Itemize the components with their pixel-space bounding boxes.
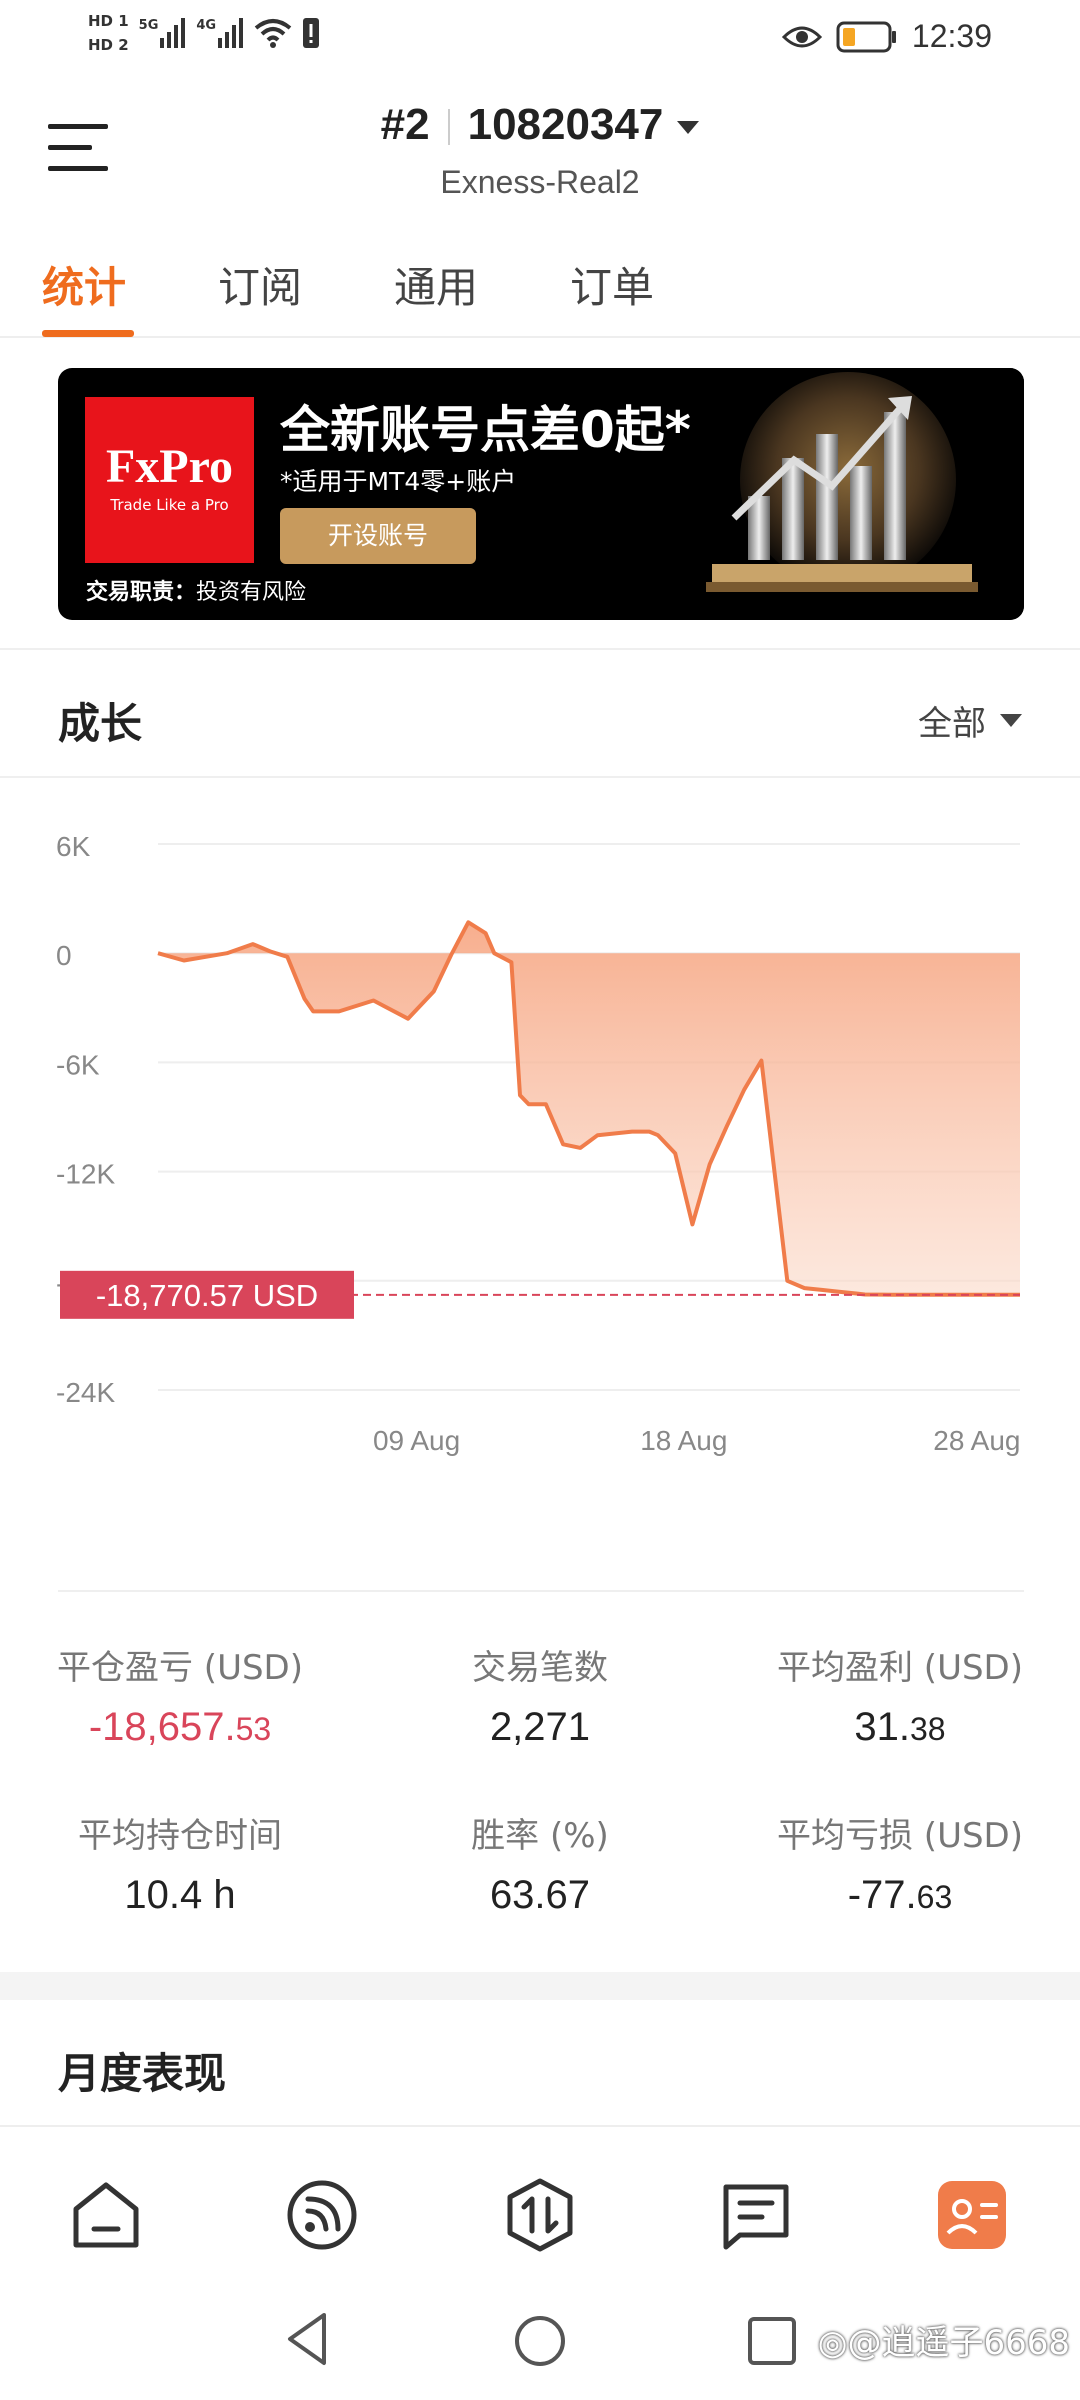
stat-value: 63.67 — [489, 1873, 591, 1917]
growth-chart[interactable]: 6K0-6K-12K-18K-24K 09 Aug18 Aug28 Aug -1… — [0, 780, 1080, 1480]
banner-headline: 全新账号点差0起* — [280, 401, 691, 459]
series-area — [158, 922, 1020, 1295]
section-gap — [0, 1972, 1080, 2000]
banner-disclaimer: 交易职责：投资有风险 — [86, 580, 307, 605]
tab-bar: 统计 订阅 通用 订单 — [0, 240, 1080, 338]
messages-icon[interactable] — [718, 2177, 794, 2253]
y-tick-label: 0 — [56, 940, 72, 971]
stat-value: 10.4 h — [124, 1873, 236, 1917]
trade-icon[interactable] — [502, 2177, 578, 2253]
wifi-icon — [254, 19, 292, 48]
stat-avg-profit: 平均盈利 (USD) 31.38 — [720, 1640, 1080, 1750]
status-bar-right: 12:39 — [781, 18, 992, 55]
stat-value: -18,657.53 — [88, 1705, 272, 1749]
x-tick-label: 18 Aug — [640, 1425, 727, 1456]
signal-bars-icon — [160, 18, 186, 48]
stat-label: 平均持仓时间 — [78, 1816, 282, 1856]
x-tick-label: 28 Aug — [933, 1425, 1020, 1456]
chevron-down-icon — [1000, 714, 1022, 727]
stat-trade-count: 交易笔数 2,271 — [360, 1640, 720, 1750]
status-bar-left: HD 1 HD 2 5G 4G — [88, 10, 320, 56]
y-tick-label: -24K — [56, 1377, 115, 1408]
profile-icon[interactable] — [934, 2177, 1010, 2253]
x-tick-label: 09 Aug — [373, 1425, 460, 1456]
stat-avg-hold-time: 平均持仓时间 10.4 h — [0, 1808, 360, 1918]
banner-subline: *适用于MT4零+账户 — [280, 467, 517, 496]
stat-value: 31.38 — [854, 1705, 946, 1749]
tab-statistics[interactable]: 统计 — [42, 254, 126, 315]
signal-4g: 4G — [196, 18, 244, 48]
sim-alert-icon — [303, 18, 320, 48]
eye-comfort-icon — [781, 26, 822, 47]
account-index: #2 — [380, 100, 430, 149]
current-value-label: -18,770.57 USD — [96, 1278, 318, 1313]
system-nav-bar: ◎@逍遥子6668 — [0, 2275, 1080, 2400]
app-header: #2 10820347 Exness-Real2 — [0, 80, 1080, 220]
tab-general[interactable]: 通用 — [394, 254, 478, 315]
section-divider — [0, 776, 1080, 778]
account-separator — [447, 109, 450, 146]
stat-avg-loss: 平均亏损 (USD) -77.63 — [720, 1808, 1080, 1918]
stat-value: 2,271 — [489, 1705, 591, 1749]
stat-label: 平均亏损 (USD) — [777, 1816, 1023, 1856]
bottom-nav — [0, 2125, 1080, 2275]
brand-name: FxPro — [105, 440, 234, 493]
chevron-down-icon — [677, 120, 700, 134]
tab-active-indicator — [42, 330, 134, 337]
ad-banner[interactable]: FxPro Trade Like a Pro 全新账号点差0起* *适用于MT4… — [58, 368, 1024, 620]
clock: 12:39 — [911, 18, 992, 54]
home-icon[interactable] — [68, 2177, 144, 2253]
tab-orders[interactable]: 订单 — [570, 254, 654, 315]
open-account-button[interactable]: 开设账号 — [280, 508, 476, 564]
stats-divider — [58, 1590, 1024, 1592]
stat-label: 平均盈利 (USD) — [777, 1648, 1023, 1688]
signal-feed-icon[interactable] — [284, 2177, 360, 2253]
stat-label: 交易笔数 — [472, 1648, 608, 1688]
sim-indicators: HD 1 HD 2 — [88, 10, 129, 56]
account-number: 10820347 — [467, 100, 664, 149]
battery-icon — [836, 21, 896, 52]
chart-sculpture-image — [698, 368, 1024, 620]
account-selector[interactable]: #2 10820347 — [0, 100, 1080, 150]
home-circle-icon[interactable] — [512, 2313, 568, 2369]
y-tick-label: 6K — [56, 831, 91, 862]
sim1-label: HD 1 — [88, 12, 129, 30]
growth-title: 成长 — [58, 699, 143, 748]
sim2-label: HD 2 — [88, 36, 129, 54]
stat-value: -77.63 — [847, 1873, 953, 1917]
fxpro-logo: FxPro Trade Like a Pro — [85, 397, 254, 563]
range-dropdown[interactable]: 全部 — [918, 696, 1022, 745]
stat-closed-pnl: 平仓盈亏 (USD) -18,657.53 — [0, 1640, 360, 1750]
server-name: Exness-Real2 — [440, 164, 640, 200]
growth-chart-svg: 6K0-6K-12K-18K-24K 09 Aug18 Aug28 Aug -1… — [56, 831, 1021, 1456]
tab-subscription[interactable]: 订阅 — [218, 254, 302, 315]
y-tick-label: -12K — [56, 1159, 115, 1190]
section-divider — [0, 648, 1080, 650]
status-bar: HD 1 HD 2 5G 4G 12:39 — [0, 0, 1080, 80]
brand-tagline: Trade Like a Pro — [110, 496, 229, 514]
recents-icon[interactable] — [746, 2315, 798, 2367]
stat-win-rate: 胜率 (%) 63.67 — [360, 1808, 720, 1918]
monthly-performance-title: 月度表现 — [58, 2049, 227, 2098]
y-tick-label: -6K — [56, 1049, 100, 1080]
stat-label: 胜率 (%) — [471, 1816, 609, 1856]
back-icon[interactable] — [284, 2311, 332, 2367]
stat-label: 平仓盈亏 (USD) — [57, 1648, 303, 1688]
signal-bars-icon — [218, 18, 244, 48]
range-value: 全部 — [918, 704, 986, 744]
watermark: ◎@逍遥子6668 — [817, 2323, 1070, 2363]
signal-5g: 5G — [139, 18, 187, 48]
